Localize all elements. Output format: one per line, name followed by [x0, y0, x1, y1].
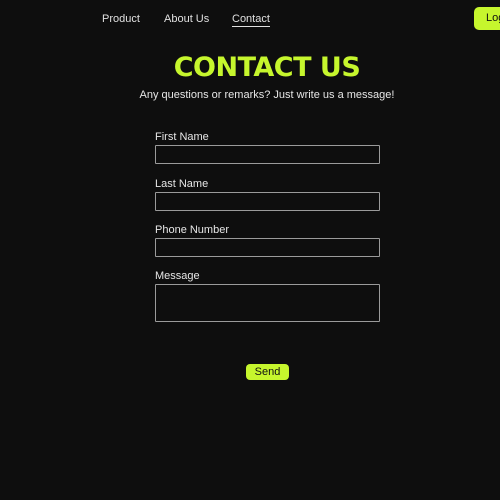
page-subtitle: Any questions or remarks? Just write us … [139, 89, 395, 101]
nav-link-about-us[interactable]: About Us [164, 12, 209, 26]
last-name-label: Last Name [155, 178, 209, 190]
message-field[interactable] [155, 284, 380, 322]
last-name-field[interactable] [155, 192, 380, 211]
first-name-field[interactable] [155, 145, 380, 164]
first-name-label: First Name [155, 131, 209, 143]
send-button[interactable]: Send [246, 364, 289, 380]
phone-number-field[interactable] [155, 238, 380, 257]
page-title: CONTACT US [173, 52, 361, 83]
contact-page: Product About Us Contact Login CONTACT U… [0, 0, 500, 500]
nav-link-product[interactable]: Product [102, 12, 140, 26]
nav-link-contact[interactable]: Contact [232, 12, 270, 27]
login-button[interactable]: Login [474, 7, 500, 30]
message-label: Message [155, 270, 200, 282]
phone-number-label: Phone Number [155, 224, 229, 236]
